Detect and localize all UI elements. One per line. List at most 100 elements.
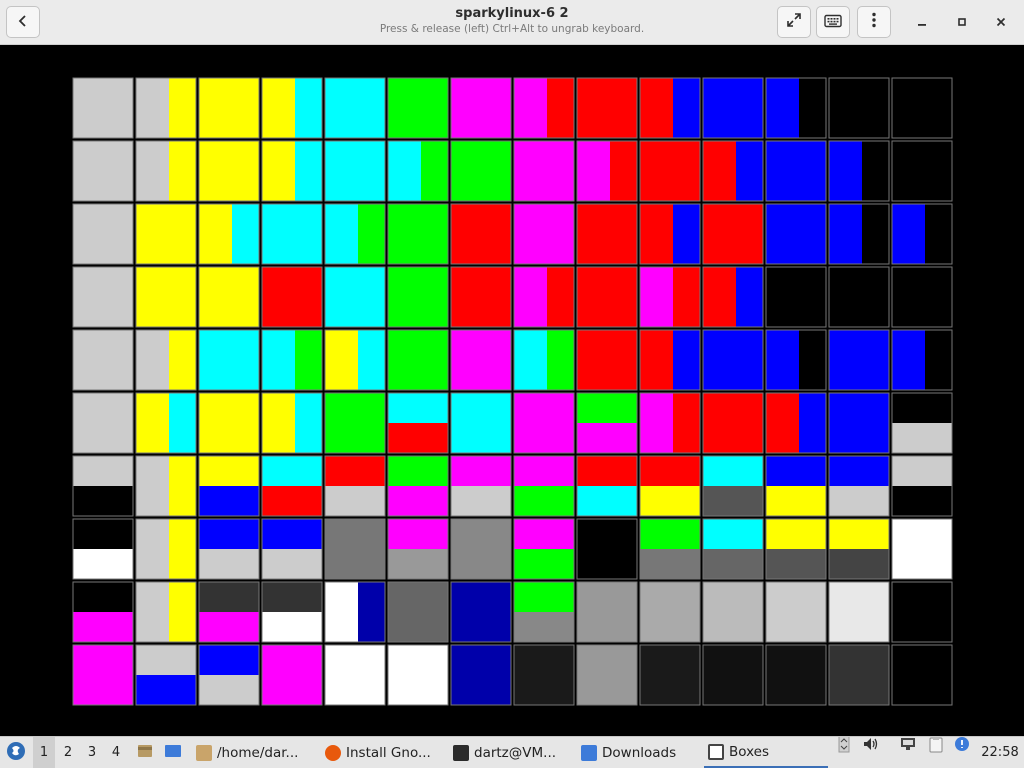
grid-cell <box>450 392 512 454</box>
updates-icon <box>954 737 970 755</box>
grid-cell <box>891 140 953 202</box>
grid-cell <box>702 266 764 328</box>
grid-cell <box>576 644 638 706</box>
fullscreen-button[interactable] <box>777 6 811 38</box>
maximize-icon <box>957 15 967 31</box>
task-firefox[interactable]: Install Gno... <box>321 737 447 768</box>
grid-cell <box>135 329 197 391</box>
grid-cell <box>135 203 197 265</box>
grid-cell <box>639 581 701 643</box>
clipboard-indicator[interactable] <box>927 737 945 755</box>
grid-cell <box>639 392 701 454</box>
grid-cell <box>261 455 323 517</box>
grid-cell <box>72 518 134 580</box>
volume-control[interactable] <box>862 737 880 755</box>
grid-cell <box>72 140 134 202</box>
workspace-2[interactable]: 2 <box>57 737 79 768</box>
task-home-folder[interactable]: /home/dar... <box>192 737 314 768</box>
grid-cell <box>639 455 701 517</box>
grid-cell <box>198 581 260 643</box>
grid-cell <box>891 644 953 706</box>
workspace-1[interactable]: 1 <box>33 737 55 768</box>
grid-cell <box>198 329 260 391</box>
task-downloads[interactable]: Downloads <box>577 737 699 768</box>
task-boxes[interactable]: Boxes <box>704 737 828 768</box>
grid-cell <box>513 266 575 328</box>
grid-cell <box>450 455 512 517</box>
grid-cell <box>702 644 764 706</box>
grid-cell <box>450 77 512 139</box>
grid-cell <box>72 329 134 391</box>
grid-cell <box>828 77 890 139</box>
clipboard-icon <box>928 737 944 755</box>
grid-cell <box>324 455 386 517</box>
grid-cell <box>324 644 386 706</box>
grid-cell <box>72 392 134 454</box>
task-label: Boxes <box>729 743 770 760</box>
menu-button[interactable] <box>857 6 891 38</box>
grid-cell <box>198 77 260 139</box>
fullscreen-icon <box>786 12 802 32</box>
grid-cell <box>891 392 953 454</box>
grid-cell <box>387 518 449 580</box>
maximize-button[interactable] <box>951 12 973 34</box>
keyboard-button[interactable] <box>816 6 850 38</box>
grid-cell <box>387 455 449 517</box>
file-manager-launcher[interactable] <box>134 737 156 768</box>
grid-cell <box>828 329 890 391</box>
grid-cell <box>450 140 512 202</box>
vm-display[interactable] <box>0 46 1024 736</box>
grid-cell <box>639 518 701 580</box>
network-indicator[interactable] <box>899 737 917 755</box>
folder-icon <box>581 744 597 761</box>
show-desktop-button[interactable] <box>162 737 184 768</box>
grid-cell <box>324 392 386 454</box>
grid-cell <box>891 518 953 580</box>
start-menu-button[interactable] <box>4 737 28 768</box>
grid-cell <box>261 77 323 139</box>
kebab-menu-icon <box>872 12 876 32</box>
task-label: dartz@VM... <box>474 744 557 761</box>
minimize-icon <box>917 15 927 31</box>
tray-scroll[interactable] <box>835 737 853 755</box>
grid-cell <box>639 203 701 265</box>
updates-indicator[interactable] <box>953 737 971 755</box>
grid-cell <box>576 455 638 517</box>
grid-cell <box>513 203 575 265</box>
boxes-icon <box>708 743 724 760</box>
grid-cell <box>387 392 449 454</box>
grid-cell <box>639 77 701 139</box>
workspace-3[interactable]: 3 <box>81 737 103 768</box>
grid-cell <box>513 77 575 139</box>
volume-icon <box>862 737 880 755</box>
grid-cell <box>72 266 134 328</box>
grid-cell <box>765 644 827 706</box>
task-terminal[interactable]: dartz@VM... <box>449 737 575 768</box>
grid-cell <box>450 644 512 706</box>
grid-cell <box>765 329 827 391</box>
network-icon <box>899 737 917 755</box>
grid-cell <box>576 140 638 202</box>
minimize-button[interactable] <box>911 12 933 34</box>
grid-cell <box>198 392 260 454</box>
grid-cell <box>135 77 197 139</box>
grid-cell <box>324 77 386 139</box>
grid-cell <box>639 140 701 202</box>
grid-cell <box>576 518 638 580</box>
taskbar: 1 2 3 4 /home/dar... Install Gno... dart… <box>0 736 1024 768</box>
close-button[interactable] <box>990 12 1012 34</box>
header-bar: sparkylinux-6 2 Press & release (left) C… <box>0 0 1024 45</box>
grid-cell <box>387 581 449 643</box>
grid-cell <box>576 392 638 454</box>
grid-cell <box>198 455 260 517</box>
grid-cell <box>324 581 386 643</box>
clock[interactable]: 22:58 <box>978 737 1022 768</box>
grid-cell <box>387 140 449 202</box>
grid-cell <box>450 518 512 580</box>
grid-cell <box>702 203 764 265</box>
grid-cell <box>198 140 260 202</box>
test-pattern-grid <box>72 77 953 706</box>
grid-cell <box>828 518 890 580</box>
grid-cell <box>261 329 323 391</box>
workspace-4[interactable]: 4 <box>105 737 127 768</box>
